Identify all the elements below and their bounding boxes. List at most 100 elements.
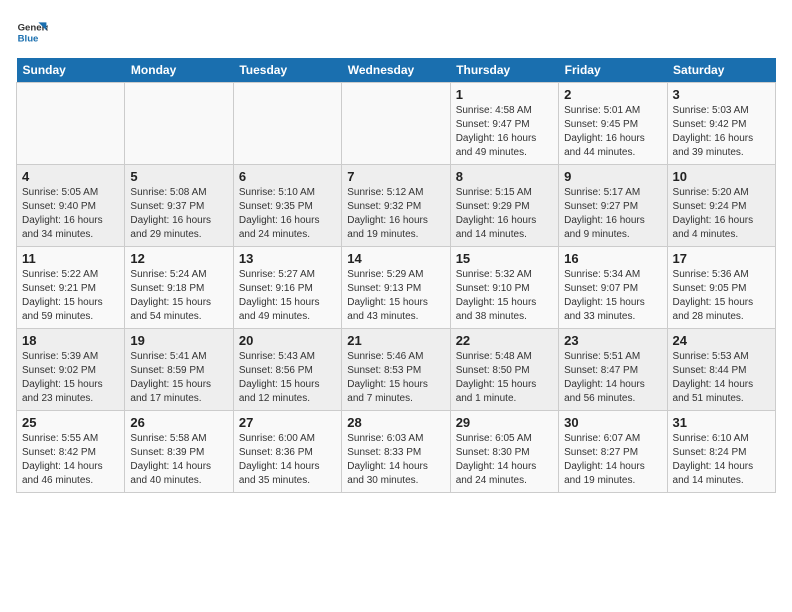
- day-info: Sunrise: 5:36 AM Sunset: 9:05 PM Dayligh…: [673, 268, 770, 324]
- day-info: Sunrise: 5:10 AM Sunset: 9:35 PM Dayligh…: [239, 186, 336, 242]
- day-number: 20: [239, 333, 336, 348]
- calendar-cell: 21 Sunrise: 5:46 AM Sunset: 8:53 PM Dayli…: [342, 329, 450, 411]
- weekday-header-tuesday: Tuesday: [233, 58, 341, 83]
- day-number: 14: [347, 251, 444, 266]
- day-number: 13: [239, 251, 336, 266]
- day-number: 6: [239, 169, 336, 184]
- day-info: Sunrise: 5:01 AM Sunset: 9:45 PM Dayligh…: [564, 104, 661, 160]
- calendar-cell: 25 Sunrise: 5:55 AM Sunset: 8:42 PM Dayli…: [17, 411, 125, 493]
- calendar-week-1: 1 Sunrise: 4:58 AM Sunset: 9:47 PM Daylig…: [17, 83, 776, 165]
- calendar-cell: 17Sunrise: 5:36 AM Sunset: 9:05 PM Dayli…: [667, 247, 775, 329]
- calendar-cell: 8 Sunrise: 5:15 AM Sunset: 9:29 PM Daylig…: [450, 165, 558, 247]
- day-number: 29: [456, 415, 553, 430]
- day-number: 3: [673, 87, 770, 102]
- calendar-cell: 24 Sunrise: 5:53 AM Sunset: 8:44 PM Dayli…: [667, 329, 775, 411]
- calendar-cell: 28 Sunrise: 6:03 AM Sunset: 8:33 PM Dayli…: [342, 411, 450, 493]
- day-number: 10: [673, 169, 770, 184]
- calendar-week-4: 18 Sunrise: 5:39 AM Sunset: 9:02 PM Dayli…: [17, 329, 776, 411]
- calendar-cell: 20 Sunrise: 5:43 AM Sunset: 8:56 PM Dayli…: [233, 329, 341, 411]
- day-number: 28: [347, 415, 444, 430]
- calendar-cell: 13 Sunrise: 5:27 AM Sunset: 9:16 PM Dayli…: [233, 247, 341, 329]
- day-info: Sunrise: 5:41 AM Sunset: 8:59 PM Dayligh…: [130, 350, 227, 406]
- day-info: Sunrise: 5:43 AM Sunset: 8:56 PM Dayligh…: [239, 350, 336, 406]
- day-info: Sunrise: 5:55 AM Sunset: 8:42 PM Dayligh…: [22, 432, 119, 488]
- calendar-cell: 15 Sunrise: 5:32 AM Sunset: 9:10 PM Dayli…: [450, 247, 558, 329]
- calendar-cell: 7 Sunrise: 5:12 AM Sunset: 9:32 PM Daylig…: [342, 165, 450, 247]
- day-info: Sunrise: 5:08 AM Sunset: 9:37 PM Dayligh…: [130, 186, 227, 242]
- calendar-cell: 26 Sunrise: 5:58 AM Sunset: 8:39 PM Dayli…: [125, 411, 233, 493]
- day-info: Sunrise: 5:12 AM Sunset: 9:32 PM Dayligh…: [347, 186, 444, 242]
- day-info: Sunrise: 6:03 AM Sunset: 8:33 PM Dayligh…: [347, 432, 444, 488]
- calendar-week-2: 4Sunrise: 5:05 AM Sunset: 9:40 PM Daylig…: [17, 165, 776, 247]
- day-info: Sunrise: 5:46 AM Sunset: 8:53 PM Dayligh…: [347, 350, 444, 406]
- day-number: 26: [130, 415, 227, 430]
- logo: General Blue: [16, 16, 52, 48]
- calendar-cell: 19 Sunrise: 5:41 AM Sunset: 8:59 PM Dayli…: [125, 329, 233, 411]
- day-number: 2: [564, 87, 661, 102]
- day-number: 7: [347, 169, 444, 184]
- calendar-cell: 22 Sunrise: 5:48 AM Sunset: 8:50 PM Dayli…: [450, 329, 558, 411]
- day-number: 8: [456, 169, 553, 184]
- calendar-cell: 30 Sunrise: 6:07 AM Sunset: 8:27 PM Dayli…: [559, 411, 667, 493]
- day-number: 16: [564, 251, 661, 266]
- calendar-cell: 31Sunrise: 6:10 AM Sunset: 8:24 PM Dayli…: [667, 411, 775, 493]
- day-number: 31: [673, 415, 770, 430]
- logo-icon: General Blue: [16, 16, 48, 48]
- calendar-cell: 6 Sunrise: 5:10 AM Sunset: 9:35 PM Daylig…: [233, 165, 341, 247]
- day-number: 21: [347, 333, 444, 348]
- day-number: 24: [673, 333, 770, 348]
- calendar-cell: 18 Sunrise: 5:39 AM Sunset: 9:02 PM Dayli…: [17, 329, 125, 411]
- day-number: 19: [130, 333, 227, 348]
- day-info: Sunrise: 5:20 AM Sunset: 9:24 PM Dayligh…: [673, 186, 770, 242]
- day-number: 4: [22, 169, 119, 184]
- day-number: 18: [22, 333, 119, 348]
- day-number: 27: [239, 415, 336, 430]
- day-number: 5: [130, 169, 227, 184]
- day-info: Sunrise: 5:22 AM Sunset: 9:21 PM Dayligh…: [22, 268, 119, 324]
- day-number: 23: [564, 333, 661, 348]
- day-number: 12: [130, 251, 227, 266]
- day-number: 25: [22, 415, 119, 430]
- day-number: 1: [456, 87, 553, 102]
- weekday-header-saturday: Saturday: [667, 58, 775, 83]
- calendar-cell: 3 Sunrise: 5:03 AM Sunset: 9:42 PM Daylig…: [667, 83, 775, 165]
- day-info: Sunrise: 5:39 AM Sunset: 9:02 PM Dayligh…: [22, 350, 119, 406]
- day-info: Sunrise: 5:34 AM Sunset: 9:07 PM Dayligh…: [564, 268, 661, 324]
- calendar-cell: 5 Sunrise: 5:08 AM Sunset: 9:37 PM Daylig…: [125, 165, 233, 247]
- calendar-cell: 11Sunrise: 5:22 AM Sunset: 9:21 PM Dayli…: [17, 247, 125, 329]
- day-info: Sunrise: 6:07 AM Sunset: 8:27 PM Dayligh…: [564, 432, 661, 488]
- calendar-cell: [233, 83, 341, 165]
- day-number: 22: [456, 333, 553, 348]
- calendar-cell: [17, 83, 125, 165]
- day-info: Sunrise: 5:24 AM Sunset: 9:18 PM Dayligh…: [130, 268, 227, 324]
- calendar-cell: 23Sunrise: 5:51 AM Sunset: 8:47 PM Dayli…: [559, 329, 667, 411]
- day-info: Sunrise: 5:29 AM Sunset: 9:13 PM Dayligh…: [347, 268, 444, 324]
- calendar-cell: 2 Sunrise: 5:01 AM Sunset: 9:45 PM Daylig…: [559, 83, 667, 165]
- calendar-table: SundayMondayTuesdayWednesdayThursdayFrid…: [16, 58, 776, 493]
- day-info: Sunrise: 5:27 AM Sunset: 9:16 PM Dayligh…: [239, 268, 336, 324]
- svg-text:Blue: Blue: [18, 34, 39, 45]
- weekday-header-thursday: Thursday: [450, 58, 558, 83]
- calendar-cell: 10 Sunrise: 5:20 AM Sunset: 9:24 PM Dayli…: [667, 165, 775, 247]
- calendar-week-3: 11Sunrise: 5:22 AM Sunset: 9:21 PM Dayli…: [17, 247, 776, 329]
- header: General Blue: [16, 16, 776, 48]
- day-info: Sunrise: 5:58 AM Sunset: 8:39 PM Dayligh…: [130, 432, 227, 488]
- weekday-header-sunday: Sunday: [17, 58, 125, 83]
- calendar-cell: 14 Sunrise: 5:29 AM Sunset: 9:13 PM Dayli…: [342, 247, 450, 329]
- calendar-cell: 9Sunrise: 5:17 AM Sunset: 9:27 PM Daylig…: [559, 165, 667, 247]
- day-number: 15: [456, 251, 553, 266]
- calendar-cell: 16 Sunrise: 5:34 AM Sunset: 9:07 PM Dayli…: [559, 247, 667, 329]
- day-info: Sunrise: 5:15 AM Sunset: 9:29 PM Dayligh…: [456, 186, 553, 242]
- calendar-cell: 4Sunrise: 5:05 AM Sunset: 9:40 PM Daylig…: [17, 165, 125, 247]
- day-info: Sunrise: 4:58 AM Sunset: 9:47 PM Dayligh…: [456, 104, 553, 160]
- calendar-cell: [342, 83, 450, 165]
- day-info: Sunrise: 5:53 AM Sunset: 8:44 PM Dayligh…: [673, 350, 770, 406]
- day-info: Sunrise: 5:32 AM Sunset: 9:10 PM Dayligh…: [456, 268, 553, 324]
- day-info: Sunrise: 5:48 AM Sunset: 8:50 PM Dayligh…: [456, 350, 553, 406]
- weekday-header-monday: Monday: [125, 58, 233, 83]
- day-number: 9: [564, 169, 661, 184]
- day-info: Sunrise: 5:03 AM Sunset: 9:42 PM Dayligh…: [673, 104, 770, 160]
- day-number: 30: [564, 415, 661, 430]
- day-info: Sunrise: 6:00 AM Sunset: 8:36 PM Dayligh…: [239, 432, 336, 488]
- calendar-week-5: 25 Sunrise: 5:55 AM Sunset: 8:42 PM Dayli…: [17, 411, 776, 493]
